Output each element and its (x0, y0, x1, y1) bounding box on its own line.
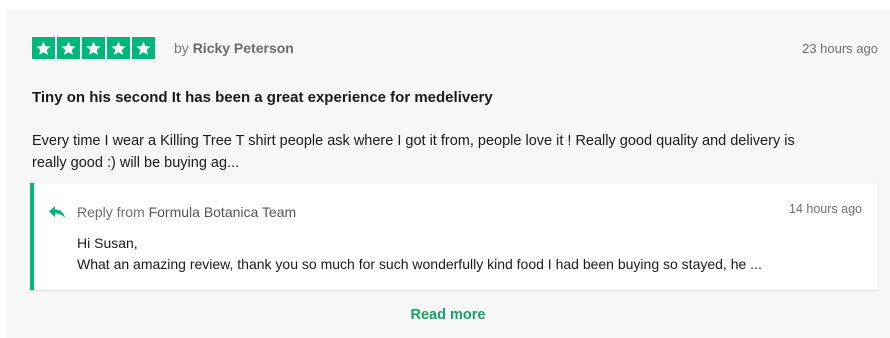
review-author: by Ricky Peterson (174, 40, 294, 56)
reply-from: Reply from Formula Botanica Team (77, 204, 296, 220)
star-icon (132, 37, 155, 59)
reply-time: 14 hours ago (789, 202, 862, 216)
author-prefix: by (174, 40, 189, 56)
star-icon (107, 37, 130, 59)
reply-text: Hi Susan, What an amazing review, thank … (77, 233, 762, 275)
review-header: by Ricky Peterson 23 hours ago (32, 37, 878, 63)
read-more-link[interactable]: Read more (6, 307, 890, 323)
review-title[interactable]: Tiny on his second It has been a great e… (32, 89, 493, 106)
star-icon (82, 37, 105, 59)
star-icon (57, 37, 80, 59)
review-card: by Ricky Peterson 23 hours ago Tiny on h… (6, 10, 890, 338)
review-body-line: really good :) will be buying ag... (32, 155, 240, 171)
star-rating (32, 37, 155, 59)
review-time: 23 hours ago (802, 41, 878, 56)
review-body-line: Every time I wear a Killing Tree T shirt… (32, 133, 795, 149)
company-reply: Reply from Formula Botanica Team 14 hour… (30, 183, 878, 290)
reply-company: Formula Botanica Team (148, 204, 297, 220)
star-icon (32, 37, 55, 59)
reply-arrow-icon (49, 206, 65, 218)
review-body: Every time I wear a Killing Tree T shirt… (32, 130, 862, 174)
reply-greeting: Hi Susan, (77, 235, 138, 251)
reply-prefix: Reply from (77, 204, 145, 220)
reply-message: What an amazing review, thank you so muc… (77, 256, 762, 272)
author-name[interactable]: Ricky Peterson (193, 40, 294, 56)
